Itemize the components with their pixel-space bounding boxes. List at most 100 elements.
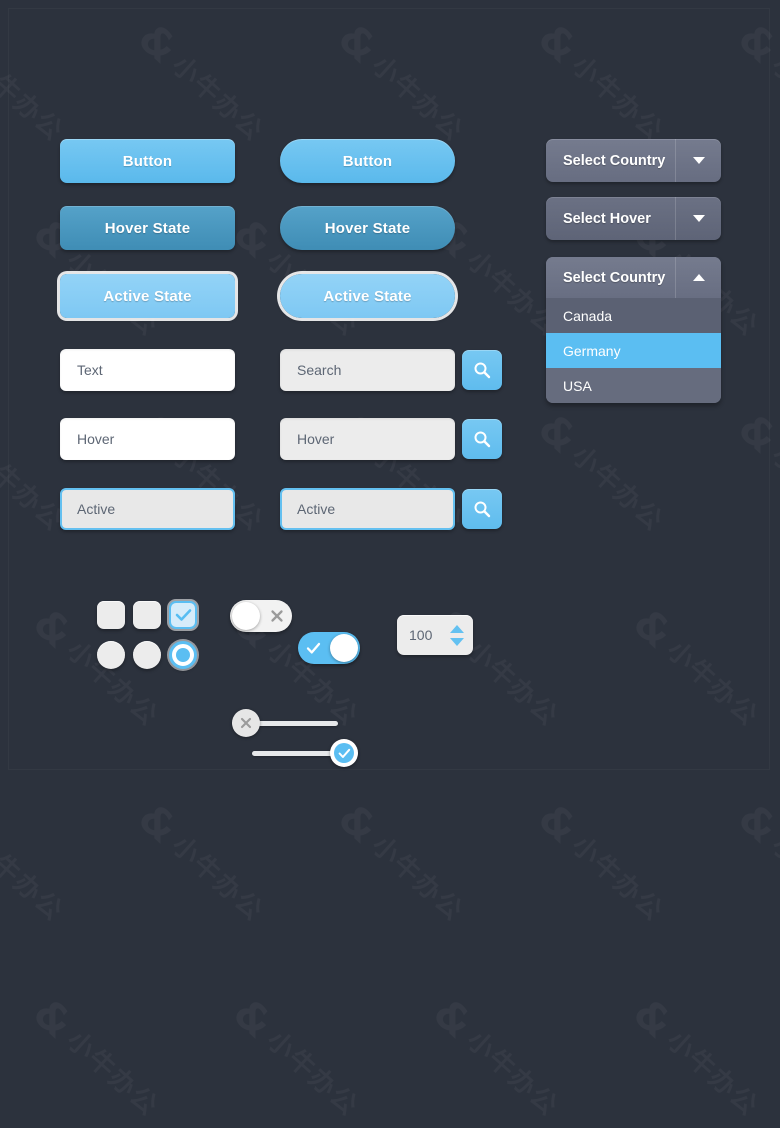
radio-normal[interactable] [97, 641, 125, 669]
watermark-label: 小牛办公 [261, 1025, 364, 1122]
select-country-normal[interactable]: Select Country [546, 139, 721, 182]
slider-knob[interactable] [330, 739, 358, 767]
button-label: Button [342, 152, 393, 170]
number-spinner-value[interactable]: 100 [397, 627, 445, 643]
watermark-logo-icon: & [129, 795, 187, 854]
search-input-hover[interactable]: Hover [280, 418, 455, 460]
search-icon [474, 431, 491, 448]
select-hover[interactable]: Select Hover [546, 197, 721, 240]
button-hover-pill[interactable]: Hover State [280, 206, 455, 250]
radio-selected[interactable] [169, 641, 197, 669]
chevron-down-icon [692, 215, 705, 222]
select-country-open[interactable]: Select Country Canada Germany USA [546, 257, 721, 403]
dropdown-option-label: USA [563, 377, 592, 394]
check-icon [338, 748, 350, 758]
text-input-normal[interactable]: Text [60, 349, 235, 391]
watermark-label: 小牛办公 [61, 1025, 164, 1122]
watermark-text: &小牛办公 [224, 990, 370, 1128]
dropdown-option-usa[interactable]: USA [546, 368, 721, 403]
watermark-text: &小牛办公 [129, 795, 275, 933]
caret-up-icon[interactable] [450, 624, 464, 633]
checkbox-hover[interactable] [133, 601, 161, 629]
watermark-logo-icon: & [529, 795, 587, 854]
watermark-label: 小牛办公 [461, 1025, 564, 1122]
watermark-text: &小牛办公 [729, 795, 780, 933]
number-spinner-arrows[interactable] [445, 624, 473, 646]
button-label: Active State [323, 287, 412, 305]
text-input-value: Text [77, 362, 103, 378]
watermark-label: 小牛办公 [661, 1025, 764, 1122]
text-input-active[interactable]: Active [60, 488, 235, 530]
button-active-pill[interactable]: Active State [280, 274, 455, 318]
button-label: Active State [103, 287, 192, 305]
slider-off[interactable] [232, 708, 338, 738]
dropdown-option-germany[interactable]: Germany [546, 333, 721, 368]
number-spinner[interactable]: 100 [397, 615, 473, 655]
search-input-value: Search [297, 362, 342, 378]
search-button-active[interactable] [462, 489, 502, 529]
button-label: Button [122, 152, 173, 170]
select-arrow-zone[interactable] [675, 139, 721, 182]
watermark-text: &小牛办公 [424, 990, 570, 1128]
text-input-hover[interactable]: Hover [60, 418, 235, 460]
radio-hover[interactable] [133, 641, 161, 669]
search-button-hover[interactable] [462, 419, 502, 459]
slider-on[interactable] [252, 738, 358, 768]
dropdown-option-label: Germany [563, 342, 621, 359]
slider-knob[interactable] [232, 709, 260, 737]
watermark-text: &小牛办公 [624, 990, 770, 1128]
chevron-up-icon [692, 274, 705, 281]
watermark-label: 小牛办公 [166, 830, 269, 927]
watermark-label: 小牛办公 [566, 830, 669, 927]
text-input-value: Active [77, 501, 116, 517]
select-label: Select Hover [563, 210, 651, 227]
caret-down-icon[interactable] [450, 637, 464, 646]
button-normal-pill[interactable]: Button [280, 139, 455, 183]
select-label: Select Country [563, 152, 666, 169]
toggle-off[interactable] [230, 600, 292, 632]
watermark-logo-icon: & [224, 990, 282, 1049]
watermark-logo-icon: & [624, 990, 682, 1049]
radio-dot [176, 648, 190, 662]
watermark-logo-icon: & [24, 990, 82, 1049]
search-input-normal[interactable]: Search [280, 349, 455, 391]
watermark-text: &小牛办公 [24, 990, 170, 1128]
toggle-knob[interactable] [330, 634, 358, 662]
search-input-value: Hover [297, 431, 335, 447]
button-active-rect[interactable]: Active State [60, 274, 235, 318]
watermark-label: 小牛办公 [0, 830, 69, 927]
slider-knob-fill [334, 743, 354, 763]
close-icon [240, 717, 252, 729]
watermark-logo-icon: & [329, 795, 387, 854]
button-hover-rect[interactable]: Hover State [60, 206, 235, 250]
watermark-text: &小牛办公 [329, 795, 475, 933]
select-label: Select Country [563, 269, 666, 286]
watermark-logo-icon: & [729, 795, 780, 854]
search-input-value: Active [297, 501, 336, 517]
button-normal-rect[interactable]: Button [60, 139, 235, 183]
search-button-normal[interactable] [462, 350, 502, 390]
search-input-active[interactable]: Active [280, 488, 455, 530]
close-icon [262, 600, 292, 632]
chevron-down-icon [692, 157, 705, 164]
check-icon [175, 609, 191, 621]
watermark-label: 小牛办公 [766, 830, 780, 927]
toggle-on[interactable] [298, 632, 360, 664]
checkbox-normal[interactable] [97, 601, 125, 629]
dropdown-option-canada[interactable]: Canada [546, 298, 721, 333]
search-icon [474, 501, 491, 518]
checkbox-checked[interactable] [169, 601, 197, 629]
dropdown-option-label: Canada [563, 307, 613, 324]
watermark-text: &小牛办公 [0, 795, 75, 933]
select-arrow-zone[interactable] [675, 257, 721, 298]
watermark-label: 小牛办公 [366, 830, 469, 927]
check-icon [298, 632, 328, 664]
select-arrow-zone[interactable] [675, 197, 721, 240]
button-label: Hover State [324, 219, 411, 237]
toggle-knob[interactable] [232, 602, 260, 630]
watermark-text: &小牛办公 [529, 795, 675, 933]
watermark-logo-icon: & [424, 990, 482, 1049]
search-icon [474, 362, 491, 379]
text-input-value: Hover [77, 431, 115, 447]
select-open-header[interactable]: Select Country [546, 257, 721, 298]
